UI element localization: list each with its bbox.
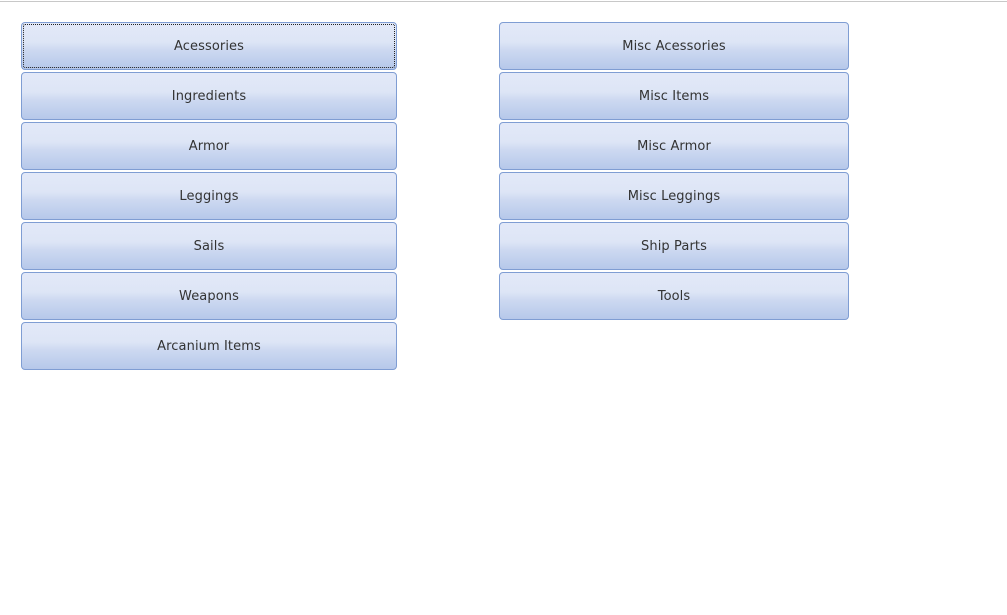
category-button-label: Misc Armor (637, 138, 711, 154)
category-button-label: Arcanium Items (157, 338, 261, 354)
category-button-label: Ship Parts (641, 238, 707, 254)
category-panel: Acessories Ingredients Armor Leggings Sa… (0, 0, 1007, 615)
category-button-label: Misc Items (638, 88, 710, 104)
left-category-column: Acessories Ingredients Armor Leggings Sa… (21, 22, 397, 370)
category-button-label: Sails (193, 238, 225, 254)
category-button-arcanium-items[interactable]: Arcanium Items (21, 322, 397, 370)
category-button-misc-items[interactable]: Misc Items (499, 72, 849, 120)
category-button-misc-armor[interactable]: Misc Armor (499, 122, 849, 170)
category-button-ingredients[interactable]: Ingredients (21, 72, 397, 120)
category-button-leggings[interactable]: Leggings (21, 172, 397, 220)
category-button-misc-leggings[interactable]: Misc Leggings (499, 172, 849, 220)
category-button-acessories[interactable]: Acessories (21, 22, 397, 70)
category-button-ship-parts[interactable]: Ship Parts (499, 222, 849, 270)
category-button-tools[interactable]: Tools (499, 272, 849, 320)
category-button-misc-acessories[interactable]: Misc Acessories (499, 22, 849, 70)
category-button-weapons[interactable]: Weapons (21, 272, 397, 320)
right-category-column: Misc Acessories Misc Items Misc Armor Mi… (499, 22, 849, 320)
category-button-label: Misc Acessories (622, 38, 726, 54)
category-button-label: Armor (188, 138, 230, 154)
category-button-label: Ingredients (171, 88, 247, 104)
category-button-sails[interactable]: Sails (21, 222, 397, 270)
category-button-armor[interactable]: Armor (21, 122, 397, 170)
category-button-label: Weapons (179, 288, 239, 304)
category-button-label: Tools (657, 288, 691, 304)
category-button-label: Misc Leggings (627, 188, 721, 204)
category-button-label: Leggings (179, 188, 239, 204)
category-button-label: Acessories (173, 38, 245, 54)
